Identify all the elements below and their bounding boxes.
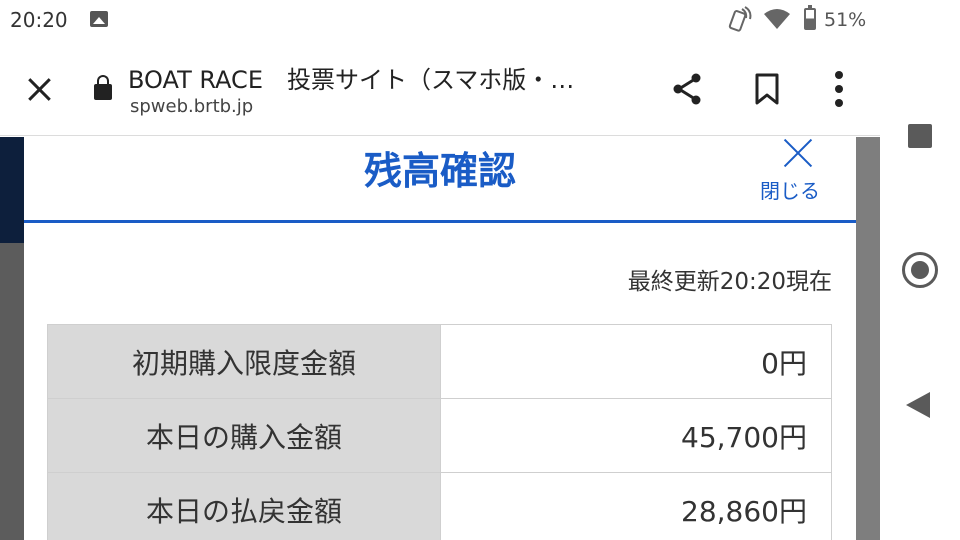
table-row: 初期購入限度金額 0円 [47,324,832,399]
modal-close-button[interactable]: 閉じる [760,175,820,204]
modal-title: 残高確認 [363,149,516,193]
bookmark-icon[interactable] [752,72,782,106]
lock-icon[interactable] [94,75,112,100]
nfc-icon [728,6,752,32]
modal-header: 残高確認 閉じる [24,137,856,223]
image-icon [90,11,108,27]
back-icon[interactable] [906,392,930,418]
close-icon[interactable] [26,76,54,104]
page-content-strip [0,243,24,540]
page-header-strip [0,137,24,243]
status-bar: 20:20 51% [0,0,880,40]
navigation-bar [880,0,960,540]
battery-icon [804,5,816,30]
row-label: 本日の払戻金額 [47,472,441,540]
balance-table: 初期購入限度金額 0円 本日の購入金額 45,700円 本日の払戻金額 28,8… [47,324,832,540]
page-url[interactable]: spweb.brtb.jp [130,96,253,117]
battery-level: 51% [824,9,867,31]
recents-icon[interactable] [908,124,932,148]
balance-modal: 残高確認 閉じる 最終更新20:20現在 初期購入限度金額 0円 本日の購入金額… [24,137,856,540]
table-row: 本日の払戻金額 28,860円 [47,472,832,540]
share-icon[interactable] [668,70,706,108]
last-updated: 最終更新20:20現在 [627,269,832,295]
status-time: 20:20 [10,8,68,32]
more-vert-icon[interactable] [828,71,850,107]
row-label: 初期購入限度金額 [47,324,441,399]
row-value: 45,700円 [440,398,832,473]
row-label: 本日の購入金額 [47,398,441,473]
home-icon[interactable] [902,252,938,288]
wifi-icon [764,9,790,29]
phone-screen: 20:20 51% BOAT RACE 投票サイト（スマホ版・… spweb.b… [0,0,880,540]
row-value: 28,860円 [440,472,832,540]
close-icon[interactable] [782,137,814,167]
table-row: 本日の購入金額 45,700円 [47,398,832,473]
browser-toolbar: BOAT RACE 投票サイト（スマホ版・… spweb.brtb.jp [0,40,880,136]
page-title[interactable]: BOAT RACE 投票サイト（スマホ版・… [128,60,574,95]
row-value: 0円 [440,324,832,399]
